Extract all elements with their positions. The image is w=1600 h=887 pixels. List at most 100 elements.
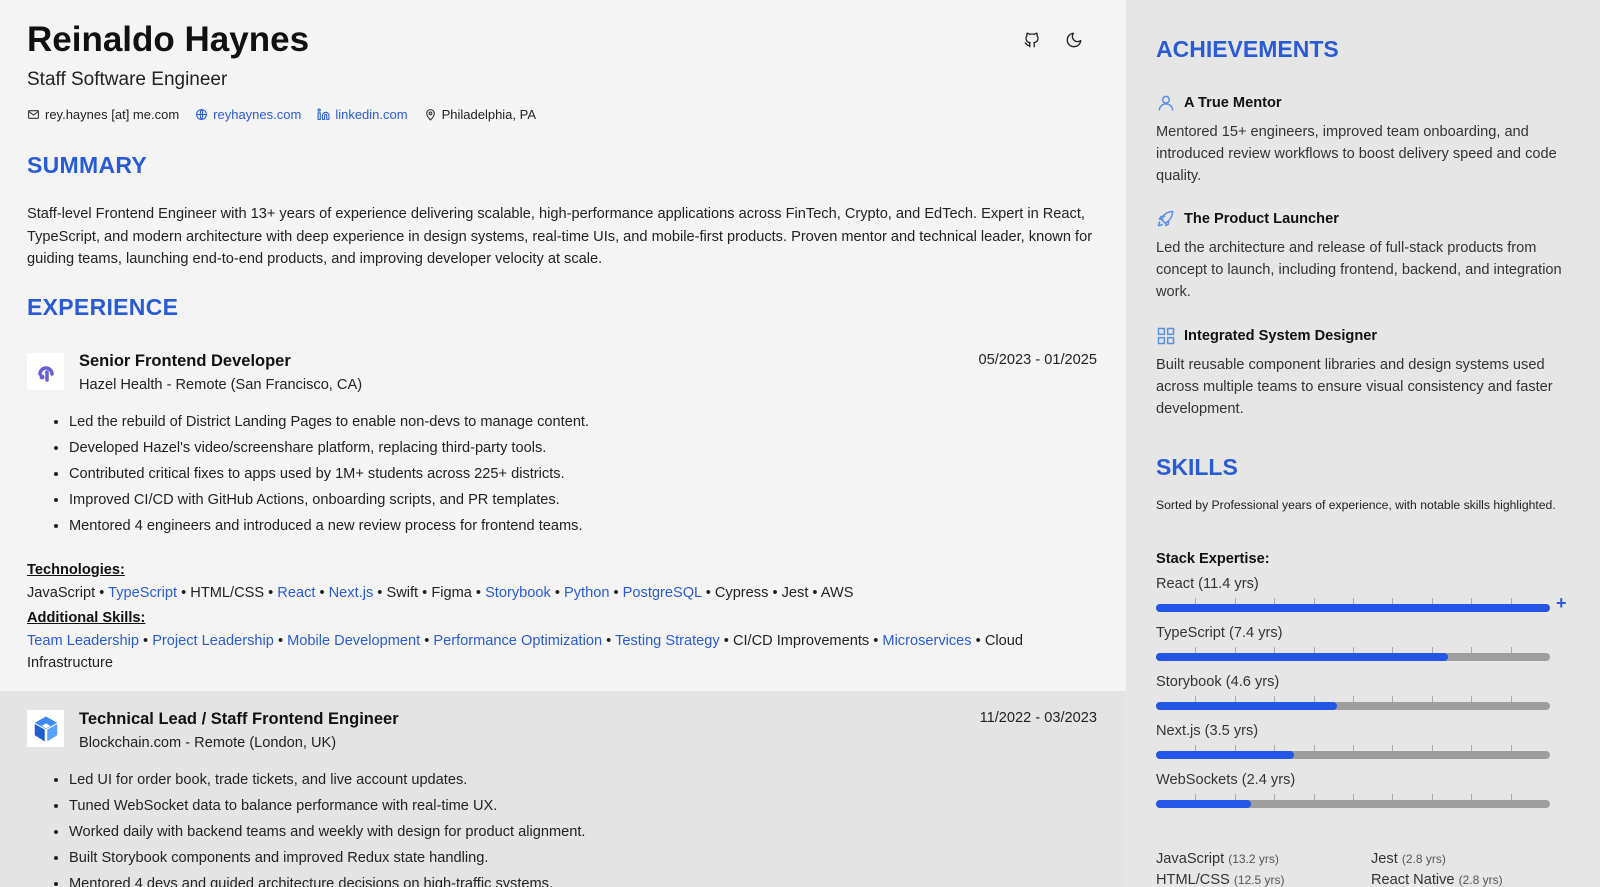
skill-years: (2.8 yrs) [1458, 873, 1503, 887]
grid-icon [1157, 327, 1175, 345]
rocket-icon [1157, 210, 1174, 227]
skill-bar-fill [1156, 800, 1251, 808]
skill-bar-fill [1156, 702, 1338, 710]
job-entry-blockchain: Technical Lead / Staff Frontend Engineer… [0, 691, 1126, 887]
tick-mark [1274, 794, 1276, 800]
tick-mark [1353, 745, 1354, 751]
skills-heading: SKILLS [1156, 454, 1238, 480]
term: JavaScript [27, 585, 96, 601]
contact-linkedin[interactable]: linkedin.com [317, 107, 408, 122]
github-icon[interactable] [1020, 28, 1044, 52]
job-title: Senior Frontend Developer [79, 352, 291, 370]
achievement-title: A True Mentor [1184, 95, 1282, 111]
job-entry-hazel: Senior Frontend Developer Hazel Health -… [0, 333, 1126, 691]
expand-icon[interactable]: + [1556, 593, 1567, 614]
email-text: rey.haynes [at] me.com [45, 107, 180, 122]
skills-note: Sorted by Professional years of experien… [1156, 498, 1556, 512]
skill-years: (12.5 yrs) [1233, 873, 1285, 887]
highlighted-term[interactable]: PostgreSQL [623, 585, 702, 601]
highlighted-term[interactable]: Mobile Development [287, 633, 420, 649]
job-bullets: Led the rebuild of District Landing Page… [48, 412, 589, 542]
achievement-desc: Built reusable component libraries and d… [1156, 357, 1553, 417]
skill-bar-label: React (11.4 yrs) [1156, 576, 1259, 592]
stack-expertise-heading: Stack Expertise: [1156, 551, 1270, 567]
skill-bar-label: Storybook (4.6 yrs) [1156, 674, 1280, 690]
hazel-logo [27, 353, 64, 390]
tick-mark [1471, 745, 1473, 751]
contact-location: Philadelphia, PA [424, 107, 536, 122]
list-item: Contributed critical fixes to apps used … [69, 464, 589, 490]
highlighted-term[interactable]: Storybook [485, 585, 551, 601]
sidebar: ACHIEVEMENTS A True Mentor Mentored 15+ … [1126, 0, 1600, 887]
highlighted-term[interactable]: Testing Strategy [615, 633, 720, 649]
contact-website[interactable]: reyhaynes.com [195, 107, 301, 122]
tick-mark [1392, 794, 1394, 800]
skill-years: (13.2 yrs) [1228, 852, 1279, 866]
summary-heading: SUMMARY [27, 152, 148, 178]
achievement-desc: Led the architecture and release of full… [1156, 240, 1562, 300]
additional-skills-label: Additional Skills: [27, 610, 146, 626]
linkedin-icon [317, 108, 330, 120]
job-title: Technical Lead / Staff Frontend Engineer [79, 710, 399, 728]
tick-mark [1471, 696, 1473, 702]
technologies-list: JavaScript • TypeScript • HTML/CSS • Rea… [27, 585, 854, 601]
tick-mark [1353, 794, 1354, 800]
skill-item: HTML/CSS (12.5 yrs) [1156, 872, 1371, 887]
list-item: Tuned WebSocket data to balance performa… [69, 796, 585, 822]
list-item: Improved CI/CD with GitHub Actions, onbo… [69, 490, 589, 516]
list-item: Led UI for order book, trade tickets, an… [69, 770, 585, 796]
skill-item: React Native (2.8 yrs) [1371, 872, 1586, 887]
blockchain-logo [27, 710, 64, 747]
experience-heading: EXPERIENCE [27, 294, 179, 320]
skill-years: (2.8 yrs) [1401, 852, 1446, 866]
job-bullets: Led UI for order book, trade tickets, an… [48, 770, 585, 887]
skill-bar-row: Storybook (4.6 yrs) [1156, 674, 1586, 710]
highlighted-term[interactable]: React [277, 585, 315, 601]
skill-bar-fill [1156, 653, 1448, 661]
skill-bar-row: React (11.4 yrs) + [1156, 576, 1586, 613]
highlighted-term[interactable]: Next.js [329, 585, 374, 601]
term: Cypress [714, 585, 769, 601]
achievements-heading: ACHIEVEMENTS [1156, 36, 1339, 62]
achievement-title-row: A True Mentor [1156, 92, 1576, 114]
user-icon [1158, 95, 1174, 111]
contact-email[interactable]: rey.haynes [at] me.com [27, 107, 179, 122]
tick-mark [1510, 794, 1512, 800]
skill-bar-fill [1156, 751, 1294, 759]
map-pin-icon [425, 109, 435, 121]
term: Figma [431, 585, 472, 601]
job-company: Blockchain.com - Remote (London, UK) [79, 735, 337, 751]
header-actions [1020, 28, 1086, 52]
tick-mark [1510, 647, 1512, 653]
highlighted-term[interactable]: TypeScript [108, 585, 177, 601]
moon-icon[interactable] [1062, 28, 1086, 52]
job-dates: 05/2023 - 01/2025 [978, 352, 1097, 368]
person-name: Reinaldo Haynes [27, 20, 310, 59]
tick-mark [1510, 696, 1512, 702]
skill-bar-track [1156, 696, 1550, 710]
highlighted-term[interactable]: Performance Optimization [433, 633, 602, 649]
tick-mark [1431, 745, 1433, 751]
term: Jest [781, 585, 809, 601]
highlighted-term[interactable]: Python [564, 585, 609, 601]
highlighted-term[interactable]: Team Leadership [27, 633, 139, 649]
achievement-item: A True Mentor Mentored 15+ engineers, im… [1156, 92, 1576, 187]
linkedin-text: linkedin.com [335, 107, 408, 122]
summary-text: Staff-level Frontend Engineer with 13+ y… [27, 206, 1093, 267]
list-item: Built Storybook components and improved … [69, 848, 585, 874]
skill-bar-track [1156, 745, 1550, 759]
achievement-item: Integrated System Designer Built reusabl… [1156, 325, 1576, 420]
skill-bar-track [1156, 794, 1550, 808]
skill-name: Jest [1371, 851, 1398, 867]
highlighted-term[interactable]: Project Leadership [152, 633, 274, 649]
achievement-item: The Product Launcher Led the architectur… [1156, 208, 1576, 303]
achievement-title: Integrated System Designer [1184, 328, 1378, 344]
highlighted-term[interactable]: Microservices [882, 633, 971, 649]
list-item: Led the rebuild of District Landing Page… [69, 412, 589, 438]
achievement-title-row: Integrated System Designer [1156, 325, 1576, 347]
skill-bar-row: Next.js (3.5 yrs) [1156, 723, 1586, 759]
skill-item: Jest (2.8 yrs) [1371, 851, 1586, 867]
skill-bar-label: TypeScript (7.4 yrs) [1156, 625, 1283, 641]
tick-mark [1392, 745, 1394, 751]
skill-bar-row: WebSockets (2.4 yrs) [1156, 772, 1586, 808]
